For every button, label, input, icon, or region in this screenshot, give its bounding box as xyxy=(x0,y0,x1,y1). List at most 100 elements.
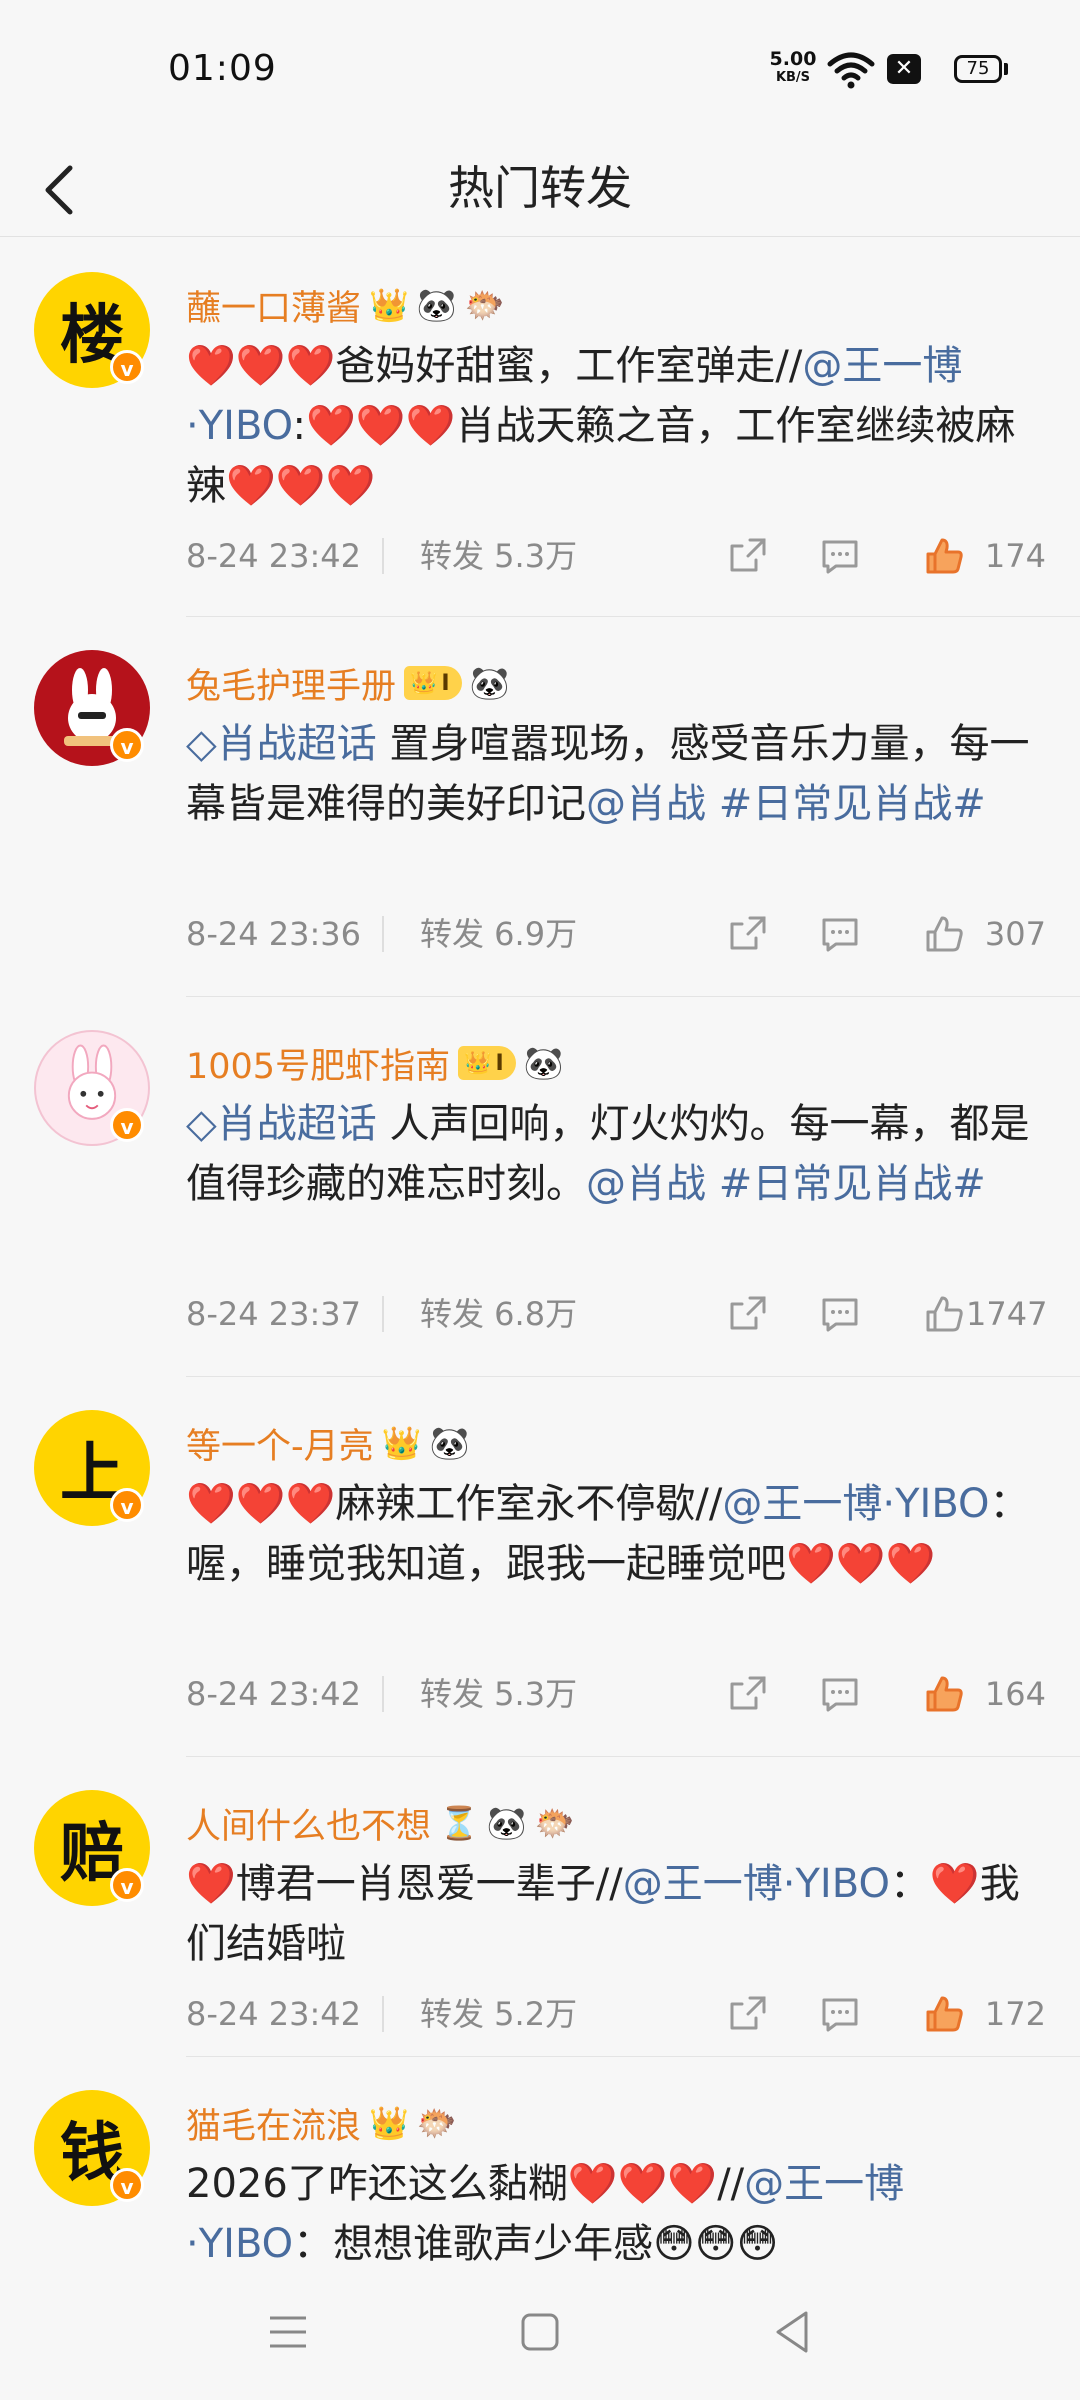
status-time: 01:09 xyxy=(168,48,277,89)
like-icon[interactable] xyxy=(922,1672,966,1716)
page-title: 热门转发 xyxy=(448,161,632,215)
verified-badge-icon: v xyxy=(110,2168,144,2202)
recent-apps-icon[interactable] xyxy=(266,2310,310,2354)
text-segment: ：想想谁歌声少年感😳😳😳 xyxy=(293,2221,779,2267)
post-divider xyxy=(186,1376,1080,1377)
meta-separator xyxy=(382,538,384,574)
username[interactable]: 等一个-月亮 xyxy=(186,1418,374,1469)
username[interactable]: 1005号肥虾指南 xyxy=(186,1038,450,1089)
user-badge-icon: 🐼 xyxy=(416,286,457,324)
post-divider xyxy=(186,996,1080,997)
post-text: 2026了咋还这么黏糊❤️❤️❤️//@王一博·YIBO：想想谁歌声少年感😳😳😳 xyxy=(186,2154,1046,2274)
back-arrow-icon[interactable] xyxy=(30,140,90,236)
name-row: 蘸一口薄酱 👑 🐼 🐡 xyxy=(186,280,505,330)
username[interactable]: 猫毛在流浪 xyxy=(186,2098,361,2149)
name-row: 猫毛在流浪 👑 🐡 xyxy=(186,2098,457,2148)
post-time: 8-24 23:42 xyxy=(186,1995,362,2033)
repost-count: 转发 5.3万 xyxy=(420,537,578,575)
post-meta: 8-24 23:37 转发 6.8万 1747 xyxy=(186,1286,1047,1342)
mention-link[interactable]: @肖战 xyxy=(586,1161,706,1207)
home-icon[interactable] xyxy=(518,2310,562,2354)
post-text: ❤️博君一肖恩爱一辈子//@王一博·YIBO：❤️我们结婚啦 xyxy=(186,1854,1046,1974)
user-badge-icon: 🐼 xyxy=(486,1804,527,1842)
like-icon[interactable] xyxy=(922,1292,966,1336)
user-badge-icon: 🐡 xyxy=(416,2104,457,2142)
name-row: 兔毛护理手册 👑 I 🐼 xyxy=(186,658,509,708)
status-bar: 01:09 5.00 KB/S ✕ 75 xyxy=(0,0,1080,140)
user-badge-icon: 🐡 xyxy=(534,1804,575,1842)
text-segment: 2026了咋还这么黏糊❤️❤️❤️// xyxy=(186,2161,745,2207)
like-icon[interactable] xyxy=(922,1992,966,2036)
post-text: ❤️❤️❤️爸妈好甜蜜，工作室弹走//@王一博·YIBO:❤️❤️❤️肖战天籁之… xyxy=(186,336,1046,516)
comment-icon[interactable] xyxy=(818,534,862,578)
repost-count: 转发 5.2万 xyxy=(420,1995,578,2033)
network-speed-unit: KB/S xyxy=(775,70,811,85)
comment-icon[interactable] xyxy=(818,1292,862,1336)
verified-badge-icon: v xyxy=(110,1488,144,1522)
post-card: 钱 v 猫毛在流浪 👑 🐡 2026了咋还这么黏糊❤️❤️❤️//@王一博·YIBO：想想… xyxy=(0,2070,1080,2270)
comment-icon[interactable] xyxy=(818,912,862,956)
vip-level: I xyxy=(441,670,450,696)
mention-link[interactable]: #日常见肖战# xyxy=(719,781,986,827)
user-badge-icon: 👑 xyxy=(369,2104,409,2142)
repost-count: 转发 6.8万 xyxy=(420,1295,578,1333)
name-row: 等一个-月亮 👑 🐼 xyxy=(186,1418,469,1468)
username[interactable]: 蘸一口薄酱 xyxy=(186,280,361,331)
verified-badge-icon: v xyxy=(110,1868,144,1902)
top-header: 热门转发 xyxy=(0,140,1080,236)
repost-count: 转发 6.9万 xyxy=(420,915,578,953)
vip-level-badge: 👑 I xyxy=(458,1046,516,1080)
share-icon[interactable] xyxy=(726,1292,770,1336)
share-icon[interactable] xyxy=(726,1672,770,1716)
meta-separator xyxy=(382,916,384,952)
system-nav-bar xyxy=(0,2270,1080,2400)
name-row: 1005号肥虾指南 👑 I 🐼 xyxy=(186,1038,564,1088)
comment-icon[interactable] xyxy=(818,1672,862,1716)
post-meta: 8-24 23:42 转发 5.3万 164 xyxy=(186,1666,1046,1722)
like-icon[interactable] xyxy=(922,534,966,578)
like-icon[interactable] xyxy=(922,912,966,956)
mention-link[interactable]: @王一博·YIBO xyxy=(623,1861,890,1907)
post-time: 8-24 23:42 xyxy=(186,1675,362,1713)
post-text: ◇肖战超话 人声回响，灯火灼灼。每一幕，都是值得珍藏的难忘时刻。@肖战 #日常见… xyxy=(186,1094,1046,1214)
battery-tip xyxy=(1004,63,1008,75)
vip-level-badge: 👑 I xyxy=(404,666,462,700)
share-icon[interactable] xyxy=(726,912,770,956)
user-badge-icon: 🐼 xyxy=(429,1424,470,1462)
post-meta: 8-24 23:36 转发 6.9万 307 xyxy=(186,906,1046,962)
sim-off-icon: ✕ xyxy=(887,54,921,84)
mention-link[interactable]: #日常见肖战# xyxy=(719,1161,986,1207)
battery-icon: 75 xyxy=(954,55,1002,83)
share-icon[interactable] xyxy=(726,534,770,578)
verified-badge-icon: v xyxy=(110,350,144,384)
text-segment: ❤️博君一肖恩爱一辈子// xyxy=(186,1861,623,1907)
mention-link[interactable]: @王一博·YIBO xyxy=(722,1481,989,1527)
user-badge-icon: 🐼 xyxy=(469,664,510,702)
like-count: 164 xyxy=(984,1675,1046,1713)
mention-link[interactable]: ◇肖战超话 xyxy=(186,1101,377,1147)
user-badge-icon: 👑 xyxy=(369,286,409,324)
mention-link[interactable]: ◇肖战超话 xyxy=(186,721,377,767)
battery-level: 75 xyxy=(966,58,990,79)
post-meta: 8-24 23:42 转发 5.2万 172 xyxy=(186,1986,1046,2042)
mention-link[interactable]: @肖战 xyxy=(586,781,706,827)
verified-badge-icon: v xyxy=(110,728,144,762)
user-badge-icon: ⏳ xyxy=(439,1804,479,1842)
post-divider xyxy=(186,2056,1080,2057)
back-nav-icon[interactable] xyxy=(770,2308,814,2356)
post-divider xyxy=(186,616,1080,617)
name-row: 人间什么也不想 ⏳ 🐼 🐡 xyxy=(186,1798,575,1848)
comment-icon[interactable] xyxy=(818,1992,862,2036)
post-time: 8-24 23:42 xyxy=(186,537,362,575)
network-speed-value: 5.00 xyxy=(769,48,817,70)
username[interactable]: 人间什么也不想 xyxy=(186,1798,431,1849)
meta-separator xyxy=(382,1996,384,2032)
username[interactable]: 兔毛护理手册 xyxy=(186,658,396,709)
network-speed: 5.00 KB/S xyxy=(766,48,820,85)
share-icon[interactable] xyxy=(726,1992,770,2036)
verified-badge-icon: v xyxy=(110,1108,144,1142)
repost-count: 转发 5.3万 xyxy=(420,1675,578,1713)
crown-icon: 👑 xyxy=(464,1050,492,1076)
crown-icon: 👑 xyxy=(410,670,438,696)
post-divider xyxy=(186,1756,1080,1757)
